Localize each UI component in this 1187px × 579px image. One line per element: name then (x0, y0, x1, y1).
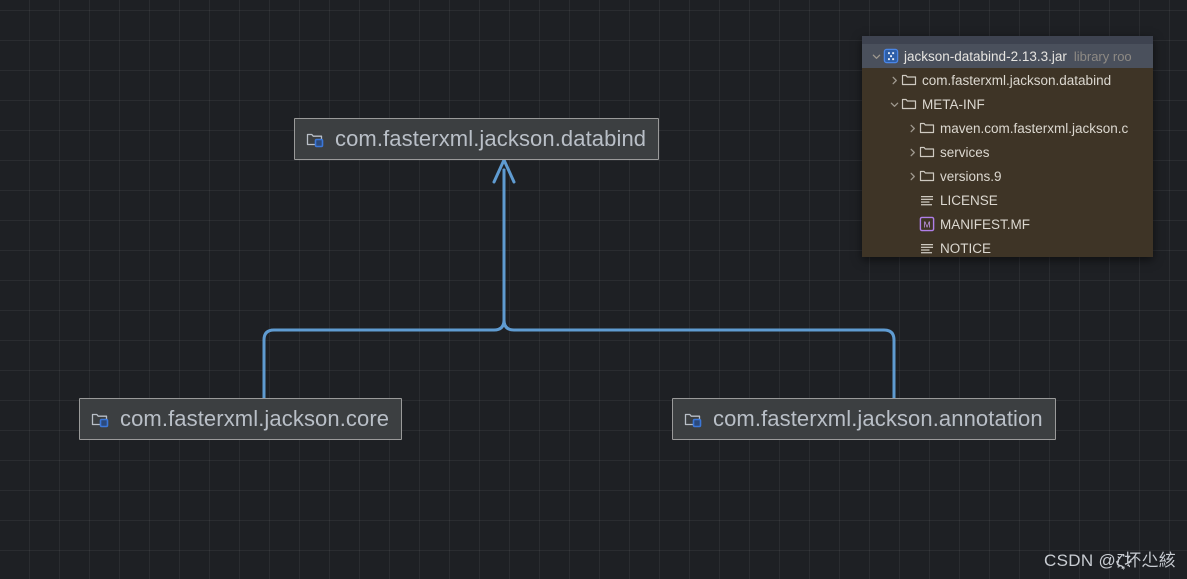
tree-row[interactable]: NOTICE (862, 236, 1153, 257)
chevron-right-icon[interactable] (906, 148, 919, 157)
tree-row[interactable]: LICENSE (862, 188, 1153, 212)
folder-icon (919, 120, 935, 136)
tree-row[interactable]: maven.com.fasterxml.jackson.c (862, 116, 1153, 140)
package-icon (683, 409, 703, 429)
diagram-node-label: com.fasterxml.jackson.core (120, 406, 390, 431)
watermark-text: CSDN @ζ҉҉҉҉҉҉坏尐絯 (1044, 551, 1176, 570)
svg-text:M: M (923, 219, 930, 229)
package-icon (305, 129, 325, 149)
chevron-down-icon[interactable] (870, 52, 883, 61)
tree-row[interactable]: versions.9 (862, 164, 1153, 188)
tree-row[interactable]: META-INF (862, 92, 1153, 116)
jar-file-icon (883, 48, 899, 64)
diagram-node-label: com.fasterxml.jackson.databind (335, 126, 647, 151)
tree-row-label: jackson-databind-2.13.3.jar (904, 48, 1067, 64)
chevron-right-icon[interactable] (888, 76, 901, 85)
project-tree-popup[interactable]: jackson-databind-2.13.3.jar library roo co… (862, 36, 1153, 257)
folder-icon (901, 72, 917, 88)
tree-row[interactable]: services (862, 140, 1153, 164)
chevron-down-icon[interactable] (888, 100, 901, 109)
tree-row-label: LICENSE (940, 192, 998, 208)
folder-icon (919, 168, 935, 184)
chevron-right-icon[interactable] (906, 172, 919, 181)
tree-row-label: maven.com.fasterxml.jackson.c (940, 120, 1129, 136)
diagram-node-annotation[interactable]: com.fasterxml.jackson.annotation (672, 398, 1056, 440)
tree-row-label: versions.9 (940, 168, 1002, 184)
folder-icon (901, 96, 917, 112)
package-icon (90, 409, 110, 429)
folder-icon (919, 144, 935, 160)
text-file-icon (919, 192, 935, 208)
tree-row-label: META-INF (922, 96, 985, 112)
manifest-file-icon: M (919, 216, 935, 232)
tree-row-label: NOTICE (940, 240, 992, 256)
diagram-node-databind[interactable]: com.fasterxml.jackson.databind (294, 118, 660, 160)
tree-row-label: services (940, 144, 990, 160)
tree-row-partial (862, 36, 1153, 44)
diagram-node-label: com.fasterxml.jackson.annotation (713, 406, 1043, 431)
tree-row[interactable]: jackson-databind-2.13.3.jar library roo (862, 44, 1153, 68)
text-file-icon (919, 240, 935, 256)
tree-row-label: MANIFEST.MF (940, 216, 1030, 232)
chevron-right-icon[interactable] (906, 124, 919, 133)
tree-row-list: jackson-databind-2.13.3.jar library roo co… (862, 44, 1153, 257)
tree-row-tag: library roo (1073, 48, 1132, 64)
tree-row[interactable]: com.fasterxml.jackson.databind (862, 68, 1153, 92)
tree-row-label: com.fasterxml.jackson.databind (922, 72, 1112, 88)
tree-row[interactable]: M MANIFEST.MF (862, 212, 1153, 236)
edge-arrowhead (492, 158, 516, 184)
diagram-canvas: com.fasterxml.jackson.databind com.faste… (0, 0, 1187, 579)
diagram-node-core[interactable]: com.fasterxml.jackson.core (79, 398, 403, 440)
